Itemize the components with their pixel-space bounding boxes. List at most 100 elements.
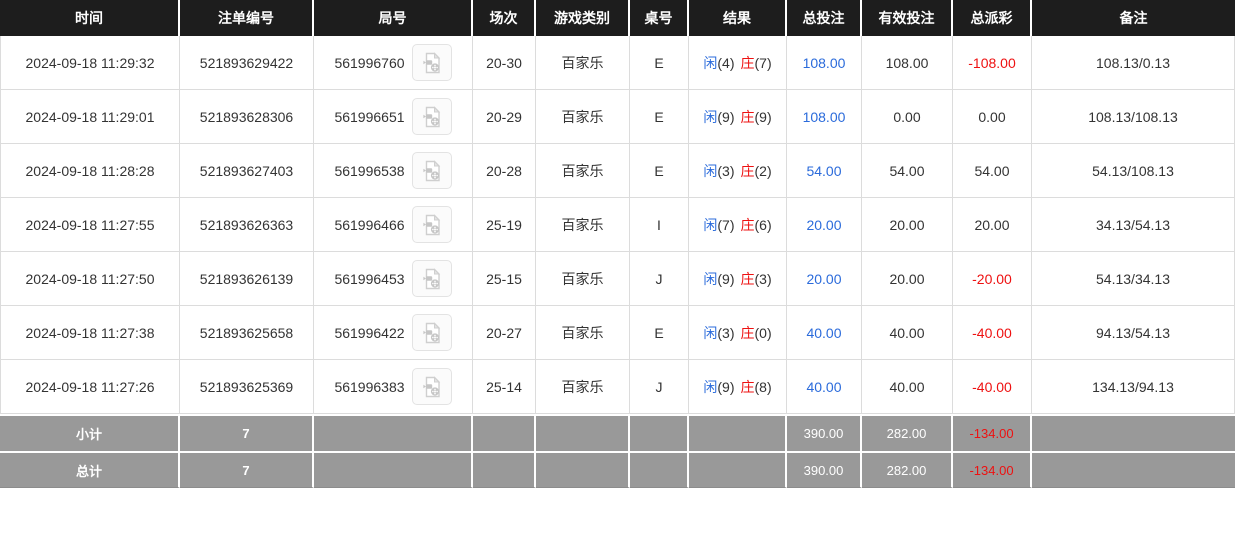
valid-bet-cell: 108.00 [862, 36, 953, 90]
summary-empty-cell [1032, 451, 1235, 488]
summary-count: 7 [180, 414, 314, 451]
summary-valid-bet: 282.00 [862, 451, 953, 488]
valid-bet-cell: 0.00 [862, 90, 953, 144]
result-cell: 闲(9)庄(3) [689, 252, 787, 306]
result-player-value: (7) [717, 217, 734, 233]
video-replay-button[interactable] [412, 152, 452, 189]
time-cell: 2024-09-18 11:27:38 [0, 306, 180, 360]
video-replay-button[interactable] [412, 314, 452, 351]
table-no-cell: I [630, 198, 689, 252]
video-file-icon [420, 321, 444, 345]
bet-id-cell: 521893626363 [180, 198, 314, 252]
result-banker-value: (6) [755, 217, 772, 233]
round-cell: 561996422 [314, 306, 473, 360]
table-no-cell: E [630, 306, 689, 360]
total-payout-cell: 54.00 [953, 144, 1032, 198]
summary-empty-cell [536, 451, 630, 488]
summary-total-bet: 390.00 [787, 451, 862, 488]
round-cell: 561996466 [314, 198, 473, 252]
round-cell: 561996760 [314, 36, 473, 90]
column-header-bet_id: 注单编号 [180, 0, 314, 36]
result-banker-value: (0) [755, 325, 772, 341]
table-row: 2024-09-18 11:27:50521893626139561996453… [0, 252, 1235, 306]
remark-cell: 54.13/108.13 [1032, 144, 1235, 198]
result-banker-label: 庄 [741, 55, 755, 71]
result-cell: 闲(3)庄(2) [689, 144, 787, 198]
video-replay-button[interactable] [412, 44, 452, 81]
result-banker-label: 庄 [741, 109, 755, 125]
video-file-icon [420, 105, 444, 129]
time-cell: 2024-09-18 11:29:01 [0, 90, 180, 144]
result-player-value: (9) [717, 271, 734, 287]
total-payout-cell: -40.00 [953, 306, 1032, 360]
summary-empty-cell [630, 414, 689, 451]
valid-bet-cell: 40.00 [862, 306, 953, 360]
summary-empty-cell [314, 414, 473, 451]
video-file-icon [420, 51, 444, 75]
result-player-value: (3) [717, 325, 734, 341]
total-bet-cell: 108.00 [787, 90, 862, 144]
result-player-label: 闲 [703, 271, 717, 287]
video-file-icon [420, 213, 444, 237]
result-banker-value: (8) [755, 379, 772, 395]
total-bet-cell: 40.00 [787, 360, 862, 414]
total-payout-cell: -40.00 [953, 360, 1032, 414]
time-cell: 2024-09-18 11:27:26 [0, 360, 180, 414]
table-row: 2024-09-18 11:29:32521893629422561996760… [0, 36, 1235, 90]
video-file-icon [420, 159, 444, 183]
summary-row: 小计7390.00282.00-134.00 [0, 414, 1235, 451]
time-cell: 2024-09-18 11:28:28 [0, 144, 180, 198]
column-header-total_payout: 总派彩 [953, 0, 1032, 36]
table-no-cell: J [630, 360, 689, 414]
video-file-icon [420, 267, 444, 291]
result-cell: 闲(9)庄(8) [689, 360, 787, 414]
total-payout-cell: 20.00 [953, 198, 1032, 252]
valid-bet-cell: 20.00 [862, 252, 953, 306]
table-row: 2024-09-18 11:27:55521893626363561996466… [0, 198, 1235, 252]
video-replay-button[interactable] [412, 98, 452, 135]
session-cell: 20-27 [473, 306, 536, 360]
video-replay-button[interactable] [412, 368, 452, 405]
session-cell: 25-15 [473, 252, 536, 306]
table-row: 2024-09-18 11:27:38521893625658561996422… [0, 306, 1235, 360]
result-player-value: (9) [717, 109, 734, 125]
round-id: 561996383 [334, 379, 404, 395]
total-bet-cell: 54.00 [787, 144, 862, 198]
total-payout-cell: 0.00 [953, 90, 1032, 144]
summary-label: 总计 [0, 451, 180, 488]
table-row: 2024-09-18 11:27:26521893625369561996383… [0, 360, 1235, 414]
column-header-valid_bet: 有效投注 [862, 0, 953, 36]
summary-empty-cell [536, 414, 630, 451]
result-player-label: 闲 [703, 379, 717, 395]
column-header-table_no: 桌号 [630, 0, 689, 36]
session-cell: 20-28 [473, 144, 536, 198]
header-row: 时间注单编号局号场次游戏类别桌号结果总投注有效投注总派彩备注 [0, 0, 1235, 36]
round-id: 561996651 [334, 109, 404, 125]
round-id: 561996422 [334, 325, 404, 341]
result-banker-value: (7) [755, 55, 772, 71]
result-player-value: (9) [717, 379, 734, 395]
remark-cell: 54.13/34.13 [1032, 252, 1235, 306]
result-banker-label: 庄 [741, 217, 755, 233]
column-header-total_bet: 总投注 [787, 0, 862, 36]
game-type-cell: 百家乐 [536, 90, 630, 144]
round-id: 561996453 [334, 271, 404, 287]
bet-id-cell: 521893627403 [180, 144, 314, 198]
round-id: 561996760 [334, 55, 404, 71]
round-cell: 561996538 [314, 144, 473, 198]
bet-id-cell: 521893628306 [180, 90, 314, 144]
round-cell: 561996453 [314, 252, 473, 306]
summary-empty-cell [314, 451, 473, 488]
session-cell: 20-30 [473, 36, 536, 90]
round-id: 561996466 [334, 217, 404, 233]
summary-empty-cell [689, 451, 787, 488]
result-banker-label: 庄 [741, 163, 755, 179]
video-replay-button[interactable] [412, 260, 452, 297]
time-cell: 2024-09-18 11:27:50 [0, 252, 180, 306]
game-type-cell: 百家乐 [536, 360, 630, 414]
summary-empty-cell [1032, 414, 1235, 451]
result-player-label: 闲 [703, 163, 717, 179]
video-replay-button[interactable] [412, 206, 452, 243]
session-cell: 20-29 [473, 90, 536, 144]
total-payout-cell: -20.00 [953, 252, 1032, 306]
